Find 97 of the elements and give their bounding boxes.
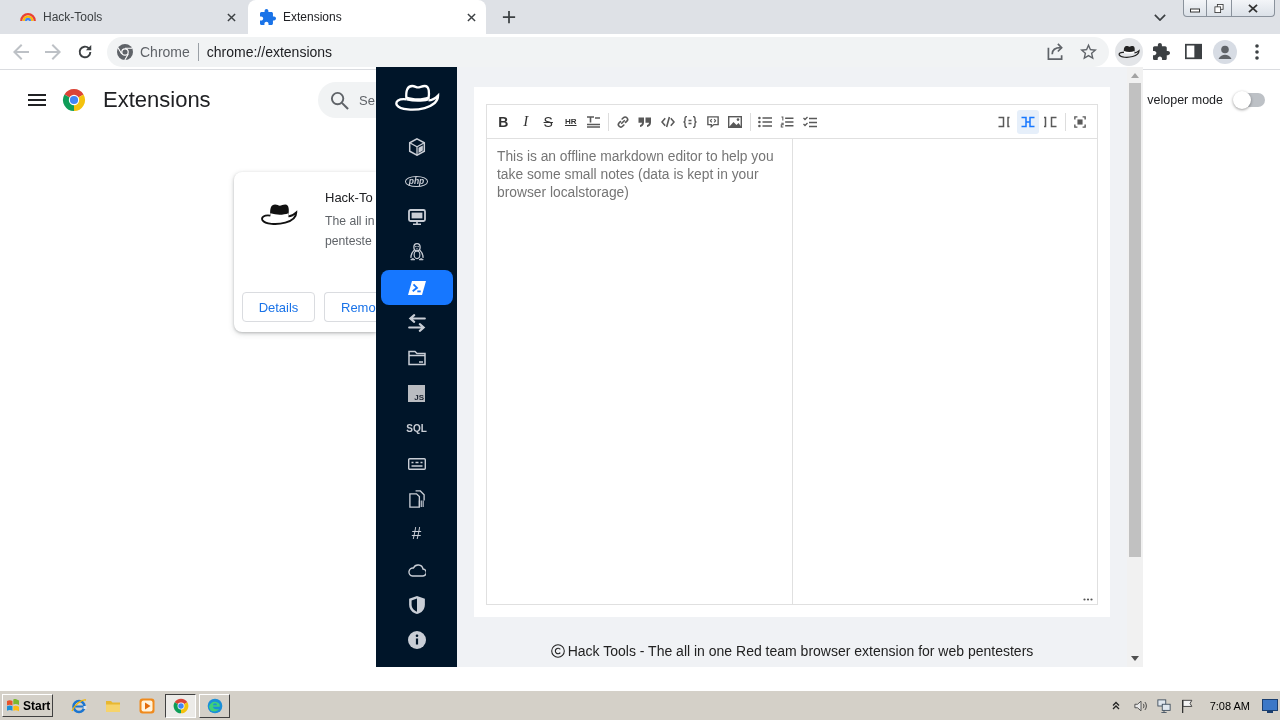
windows-flag-icon	[6, 699, 20, 712]
speaker-icon[interactable]	[1133, 698, 1148, 713]
chrome-logo-icon	[117, 43, 133, 60]
browser-tab[interactable]: Extensions	[248, 0, 486, 34]
close-icon	[1248, 3, 1258, 13]
dots-icon[interactable]	[1083, 598, 1093, 601]
close-window-button[interactable]	[1232, 0, 1275, 17]
nav-item[interactable]: php	[380, 164, 453, 200]
italic-button[interactable]: I	[514, 109, 537, 134]
extension-name: Hack-To	[325, 190, 373, 206]
developer-mode-label: veloper mode	[1147, 93, 1223, 107]
restore-button[interactable]	[1207, 0, 1232, 17]
bullet-list-icon	[757, 115, 772, 128]
puzzle-icon	[1152, 43, 1170, 60]
minimize-button[interactable]	[1183, 0, 1207, 17]
copyright-icon	[550, 644, 565, 658]
markdown-editor[interactable]: B I S HR This is an offline markdown editor to help you take some small notes (data is kept in your browser localstorage)	[486, 104, 1098, 605]
image-icon	[728, 115, 743, 128]
puzzle-icon	[260, 9, 276, 25]
hat-icon	[260, 203, 298, 225]
comment-code-icon	[705, 115, 720, 128]
penguin-icon	[407, 243, 426, 262]
checklist-icon	[802, 115, 817, 128]
clock[interactable]: 7:08 AM	[1209, 699, 1250, 712]
shield-icon	[407, 595, 426, 614]
numbered-list-icon	[780, 115, 795, 128]
horizontal-rule-button[interactable]: HR	[559, 109, 582, 134]
start-button[interactable]: Start	[2, 694, 53, 717]
chrome-logo-icon	[172, 697, 189, 714]
network-icon[interactable]	[1156, 698, 1171, 713]
fullscreen-icon	[1072, 115, 1087, 128]
details-button[interactable]: Details	[242, 292, 315, 322]
plus-icon	[502, 10, 516, 24]
chevron-down-icon	[1154, 13, 1166, 21]
hat-icon	[1118, 45, 1140, 58]
scrollbar-thumb[interactable]	[1129, 83, 1141, 557]
avatar-icon	[1213, 39, 1237, 64]
heading-icon	[586, 115, 601, 128]
link-icon	[615, 115, 630, 128]
monitor-icon	[407, 208, 426, 227]
terminal-icon	[407, 278, 426, 297]
close-icon	[226, 12, 236, 22]
folder-icon	[407, 349, 426, 368]
flag-icon[interactable]	[1179, 698, 1194, 713]
nav-item[interactable]: JS	[380, 375, 453, 411]
caret-down-icon[interactable]	[1131, 656, 1139, 661]
split-view-icon	[1020, 115, 1035, 128]
search-input[interactable]: Se	[359, 92, 376, 108]
quote-icon	[638, 115, 653, 128]
reload-icon	[77, 43, 93, 60]
share-icon[interactable]	[1047, 43, 1064, 60]
js-logo: JS	[408, 384, 425, 402]
preview-only-icon	[1043, 115, 1058, 128]
chrome-logo-icon	[62, 88, 86, 112]
view-mode-button[interactable]	[1016, 109, 1039, 134]
extension-description: penteste	[325, 233, 372, 250]
extension-description: The all in	[325, 213, 375, 230]
remove-button[interactable]: Remo	[324, 292, 376, 322]
star-icon[interactable]	[1080, 43, 1097, 60]
more-icon	[1255, 43, 1259, 60]
page-title: Extensions	[103, 87, 211, 113]
arrow-left-icon	[13, 43, 29, 60]
address-bar[interactable]: Chrome chrome://extensions	[107, 36, 1109, 67]
taskbar-window-button[interactable]	[165, 693, 196, 718]
editor-only-icon	[998, 115, 1013, 128]
rainbow-icon	[20, 12, 36, 22]
site-label: Chrome	[140, 43, 190, 60]
nav-item[interactable]	[380, 270, 453, 306]
extension-button[interactable]	[1115, 37, 1143, 66]
wave-logo-icon	[206, 697, 223, 714]
info-icon	[407, 631, 426, 650]
swap-arrows-icon	[407, 313, 426, 332]
close-icon	[466, 12, 476, 22]
search-field[interactable]: Se	[318, 82, 376, 118]
side-panel-icon	[1184, 43, 1202, 60]
restore-icon	[1214, 3, 1224, 13]
braces-icon	[683, 115, 698, 128]
toggle-switch[interactable]	[1235, 93, 1265, 107]
bold-button[interactable]: B	[492, 109, 515, 134]
menu-icon[interactable]	[28, 94, 46, 106]
arrow-right-icon	[45, 43, 61, 60]
hat-logo-icon	[393, 84, 440, 111]
cube-icon	[407, 137, 426, 156]
play-icon[interactable]	[139, 697, 155, 714]
footer-text: Hack Tools - The all in one Red team browser extension for web pentesters	[567, 643, 1034, 659]
url-text: chrome://extensions	[206, 43, 333, 60]
letter-e-icon[interactable]	[71, 697, 87, 714]
files-icon	[407, 490, 426, 509]
nav-item[interactable]: SQL	[380, 411, 453, 447]
strikethrough-button[interactable]: S	[537, 109, 560, 134]
chevron-up-icon[interactable]	[1111, 701, 1120, 710]
code-icon	[660, 115, 675, 128]
desktop-icon[interactable]	[1262, 698, 1278, 713]
search-icon	[330, 90, 349, 110]
nav-item[interactable]: #	[380, 516, 453, 552]
profile-button[interactable]	[1211, 37, 1239, 66]
browser-tab[interactable]: Hack-Tools	[8, 0, 246, 34]
